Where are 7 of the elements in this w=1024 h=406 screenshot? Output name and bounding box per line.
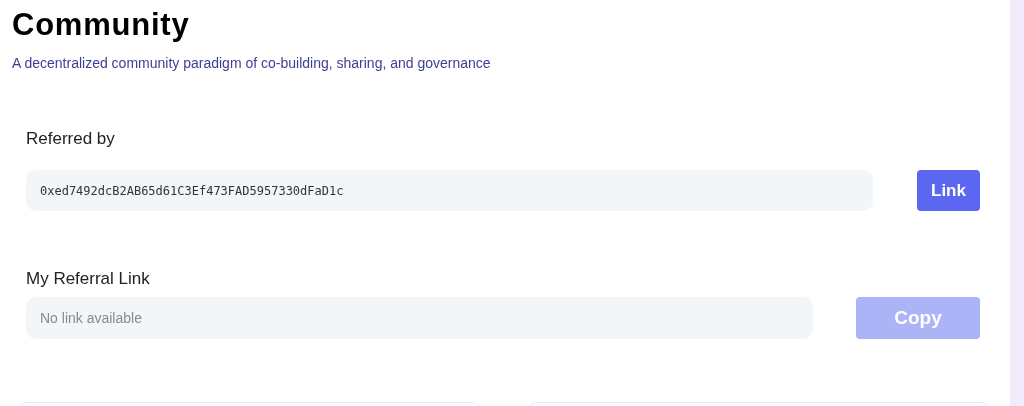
link-button[interactable]: Link [917, 170, 980, 211]
section-label: My Referral Link [26, 268, 151, 288]
referral-link-field[interactable]: No link available [26, 297, 813, 339]
section-label: Referred by [26, 128, 116, 148]
address-field[interactable]: 0xed7492dcB2AB65d61C3Ef473FAD5957330dFaD1c [26, 170, 873, 211]
page-subtitle: A decentralized community paradigm of co-building, sharing, and governance [12, 54, 491, 73]
page-title: Community [12, 6, 190, 44]
